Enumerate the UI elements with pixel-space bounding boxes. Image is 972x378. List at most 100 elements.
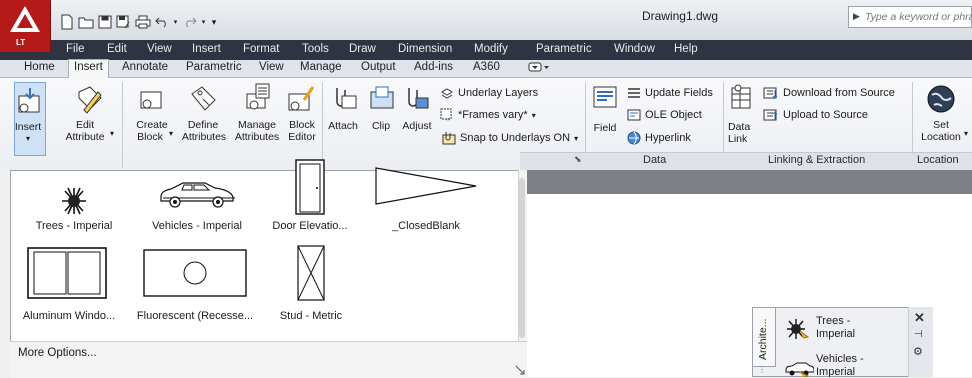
set-location-dropdown-icon[interactable]: ▾ bbox=[964, 128, 968, 140]
menu-insert[interactable]: Insert bbox=[192, 43, 221, 55]
manage-attributes-label-1[interactable]: Manage bbox=[234, 119, 280, 131]
underlay-layers-button[interactable]: Underlay Layers bbox=[440, 86, 538, 100]
clip-label[interactable]: Clip bbox=[368, 120, 394, 132]
data-link-label-2[interactable]: Link bbox=[728, 133, 754, 145]
download-from-source-button[interactable]: Download from Source bbox=[763, 86, 895, 100]
fluorescent-recessed-thumbnail[interactable] bbox=[142, 248, 248, 298]
save-as-icon[interactable] bbox=[115, 13, 132, 31]
palette-tab-more-icon[interactable]: ⋮ bbox=[758, 365, 768, 375]
open-folder-icon[interactable] bbox=[77, 13, 94, 31]
vehicles-imperial-label[interactable]: Vehicles - Imperial bbox=[140, 220, 254, 232]
palette-properties-icon[interactable]: ⚙ bbox=[913, 345, 923, 358]
search-expand-icon[interactable]: ▶ bbox=[853, 11, 860, 22]
tab-manage[interactable]: Manage bbox=[300, 61, 342, 73]
aluminum-window-thumbnail[interactable] bbox=[26, 246, 110, 300]
menu-window[interactable]: Window bbox=[614, 43, 655, 55]
set-location-label-1[interactable]: Set bbox=[920, 119, 962, 131]
upload-to-source-label: Upload to Source bbox=[783, 109, 868, 121]
search-box[interactable]: ▶ bbox=[848, 6, 972, 28]
new-file-icon[interactable] bbox=[58, 13, 75, 31]
tab-insert[interactable]: Insert bbox=[68, 59, 109, 78]
print-icon[interactable] bbox=[134, 13, 151, 31]
menu-parametric[interactable]: Parametric bbox=[536, 43, 592, 55]
menu-file[interactable]: File bbox=[66, 43, 85, 55]
adjust-label[interactable]: Adjust bbox=[399, 120, 435, 132]
menu-dimension[interactable]: Dimension bbox=[398, 43, 452, 55]
block-editor-label-2[interactable]: Editor bbox=[284, 131, 320, 143]
ole-object-button[interactable]: OLE Object bbox=[627, 108, 702, 122]
palette-trees-label-2[interactable]: Imperial bbox=[816, 328, 855, 341]
download-from-source-icon bbox=[763, 87, 778, 99]
create-block-dropdown-icon[interactable]: ▾ bbox=[169, 128, 173, 140]
manage-attributes-label-2[interactable]: Attributes bbox=[230, 131, 284, 143]
redo-icon[interactable] bbox=[181, 13, 198, 31]
tab-parametric[interactable]: Parametric bbox=[186, 61, 242, 73]
redo-dropdown-icon[interactable]: ▾ bbox=[200, 13, 207, 31]
closed-blank-thumbnail[interactable] bbox=[374, 166, 478, 206]
closed-blank-label[interactable]: _ClosedBlank bbox=[374, 220, 478, 232]
menu-view[interactable]: View bbox=[147, 43, 172, 55]
save-icon[interactable] bbox=[96, 13, 113, 31]
application-menu-button[interactable]: LT bbox=[0, 0, 51, 52]
door-elevation-label[interactable]: Door Elevatio... bbox=[262, 220, 358, 232]
undo-dropdown-icon[interactable]: ▾ bbox=[172, 13, 179, 31]
field-label[interactable]: Field bbox=[592, 122, 618, 134]
palette-vehicles-label-2[interactable]: Imperial bbox=[816, 366, 855, 377]
menu-format[interactable]: Format bbox=[243, 43, 279, 55]
snap-to-underlays-dropdown[interactable]: Snap to Underlays ON ▾ bbox=[442, 131, 578, 145]
edit-attribute-label-1[interactable]: Edit bbox=[62, 119, 108, 131]
undo-icon[interactable] bbox=[153, 13, 170, 31]
more-options-link[interactable]: More Options... bbox=[18, 347, 97, 359]
menu-tools[interactable]: Tools bbox=[302, 43, 329, 55]
update-fields-button[interactable]: Update Fields bbox=[627, 86, 713, 100]
tab-annotate[interactable]: Annotate bbox=[122, 61, 168, 73]
palette-vehicles-label-1[interactable]: Vehicles - bbox=[816, 353, 864, 366]
palette-trees-icon bbox=[787, 319, 810, 339]
tab-a360[interactable]: A360 bbox=[473, 61, 500, 73]
ribbon-tabs: Home Insert Annotate Parametric View Man… bbox=[0, 59, 972, 78]
menu-draw[interactable]: Draw bbox=[349, 43, 376, 55]
attach-label[interactable]: Attach bbox=[326, 120, 360, 132]
palette-autohide-icon[interactable]: ⊣ bbox=[914, 329, 923, 340]
stud-metric-label[interactable]: Stud - Metric bbox=[264, 310, 358, 322]
stud-metric-thumbnail[interactable] bbox=[296, 244, 326, 302]
block-editor-label-1[interactable]: Block bbox=[286, 119, 318, 131]
hyperlink-button[interactable]: Hyperlink bbox=[627, 131, 691, 145]
define-attributes-label-2[interactable]: Attributes bbox=[178, 131, 230, 143]
vehicles-imperial-thumbnail[interactable] bbox=[158, 176, 236, 210]
trees-imperial-thumbnail[interactable] bbox=[60, 186, 88, 216]
aluminum-window-label[interactable]: Aluminum Windo... bbox=[14, 310, 124, 322]
resize-grip-icon[interactable] bbox=[514, 364, 526, 376]
frames-vary-dropdown[interactable]: ∞ *Frames vary* ▾ bbox=[440, 108, 536, 122]
menu-modify[interactable]: Modify bbox=[474, 43, 508, 55]
define-attributes-label-1[interactable]: Define bbox=[183, 119, 223, 131]
edit-attribute-label-2[interactable]: Attribute bbox=[56, 131, 114, 143]
ribbon-options-icon[interactable] bbox=[528, 60, 550, 74]
insert-dropdown-icon[interactable]: ▾ bbox=[12, 133, 44, 145]
trees-imperial-label[interactable]: Trees - Imperial bbox=[22, 220, 126, 232]
search-input[interactable] bbox=[865, 9, 972, 25]
edit-attribute-dropdown-icon[interactable]: ▾ bbox=[110, 128, 114, 140]
palette-tab-architectural[interactable]: Archite... bbox=[752, 307, 776, 367]
menu-edit[interactable]: Edit bbox=[107, 43, 127, 55]
panel-expand-arrow-icon[interactable]: ⬊ bbox=[574, 154, 582, 165]
customize-toolbar-icon[interactable]: ▾ bbox=[209, 13, 219, 31]
gallery-scrollbar-thumb[interactable] bbox=[519, 178, 525, 338]
tab-home[interactable]: Home bbox=[24, 61, 55, 73]
set-location-label-2[interactable]: Location bbox=[916, 131, 966, 143]
palette-trees-label-1[interactable]: Trees - bbox=[816, 315, 850, 328]
create-block-label-2[interactable]: Block bbox=[130, 131, 170, 143]
menu-help[interactable]: Help bbox=[674, 43, 698, 55]
data-link-icon bbox=[731, 84, 751, 109]
edit-attribute-icon bbox=[78, 86, 102, 114]
panel-separator bbox=[322, 82, 323, 168]
tab-output[interactable]: Output bbox=[361, 61, 396, 73]
upload-to-source-button[interactable]: Upload to Source bbox=[763, 108, 868, 122]
fluorescent-recessed-label[interactable]: Fluorescent (Recesse... bbox=[132, 310, 258, 322]
tab-add-ins[interactable]: Add-ins bbox=[414, 61, 453, 73]
create-block-label-1[interactable]: Create bbox=[130, 119, 174, 131]
data-link-label-1[interactable]: Data bbox=[728, 121, 754, 133]
tab-view[interactable]: View bbox=[259, 61, 284, 73]
door-elevation-thumbnail[interactable] bbox=[294, 158, 328, 216]
palette-close-icon[interactable]: ✕ bbox=[914, 310, 925, 326]
